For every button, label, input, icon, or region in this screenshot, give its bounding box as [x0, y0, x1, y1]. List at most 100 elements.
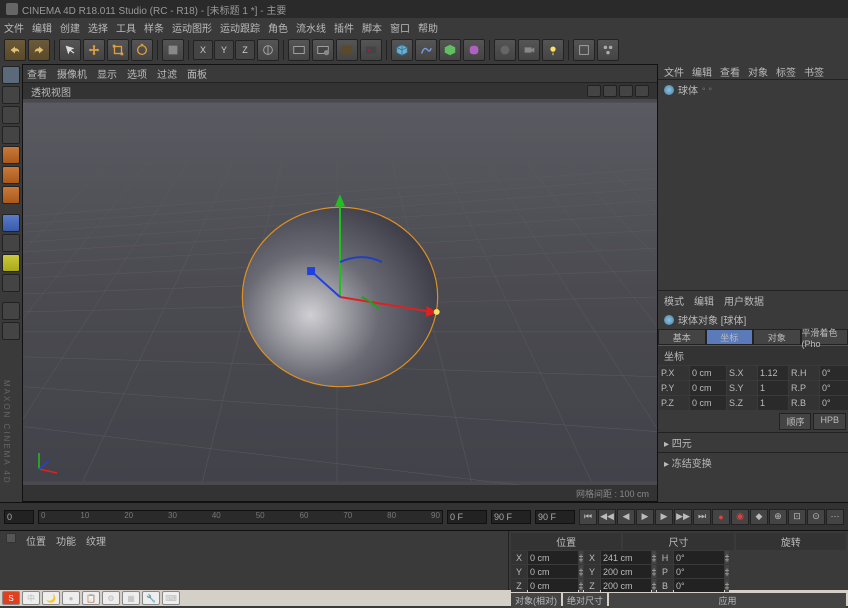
attr-tab-mode[interactable]: 模式: [664, 293, 684, 308]
vp-nav-maximize-icon[interactable]: [635, 85, 649, 97]
taskbar-icon[interactable]: ⚙: [102, 591, 120, 605]
apply-button[interactable]: 应用: [609, 593, 846, 608]
rh-input[interactable]: 0°: [820, 366, 848, 380]
taskbar-ime-icon[interactable]: 中: [22, 591, 40, 605]
camera-button[interactable]: [518, 39, 540, 61]
move-tool[interactable]: [83, 39, 105, 61]
prev-key-button[interactable]: ◀◀: [598, 509, 616, 525]
mat-tab-texture[interactable]: 纹理: [86, 533, 106, 547]
menu-window[interactable]: 窗口: [390, 20, 410, 35]
om-tab-file[interactable]: 文件: [664, 64, 684, 79]
timeline-start-input[interactable]: [4, 510, 34, 524]
taskbar-icon[interactable]: ▦: [122, 591, 140, 605]
axis-z-toggle[interactable]: Z: [235, 40, 255, 60]
attr-tab-userdata[interactable]: 用户数据: [724, 293, 764, 308]
mat-tab-function[interactable]: 功能: [56, 533, 76, 547]
autokey-button[interactable]: ◉: [731, 509, 749, 525]
next-frame-button[interactable]: ▶: [655, 509, 673, 525]
tab-coord[interactable]: 坐标: [706, 329, 754, 345]
order-dropdown[interactable]: HPB: [813, 413, 846, 430]
taskbar-icon[interactable]: 🔧: [142, 591, 160, 605]
menu-spline[interactable]: 样条: [144, 20, 164, 35]
select-tool[interactable]: [59, 39, 81, 61]
spinner[interactable]: ‡: [579, 551, 583, 564]
scene-button[interactable]: [573, 39, 595, 61]
generator-button[interactable]: [439, 39, 461, 61]
scale-tool[interactable]: [107, 39, 129, 61]
bc-p-input[interactable]: 0°: [674, 565, 724, 578]
material-slot-icon[interactable]: [6, 533, 16, 543]
bc-b-input[interactable]: 0°: [674, 579, 724, 592]
rp-input[interactable]: 0°: [820, 381, 848, 395]
menu-tracking[interactable]: 运动跟踪: [220, 20, 260, 35]
spinner[interactable]: ‡: [652, 565, 656, 578]
animation-mode-button[interactable]: [2, 126, 20, 144]
key-rotation-button[interactable]: ⊙: [807, 509, 825, 525]
mat-tab-position[interactable]: 位置: [26, 533, 46, 547]
snap-button[interactable]: [2, 254, 20, 272]
goto-start-button[interactable]: ⏮: [579, 509, 597, 525]
spinner[interactable]: ‡: [652, 551, 656, 564]
timeline-out-input[interactable]: [491, 510, 531, 524]
locked-workplane-button[interactable]: [2, 302, 20, 320]
sz-input[interactable]: 1: [758, 396, 788, 410]
om-tab-tags[interactable]: 标签: [776, 64, 796, 79]
taskbar-s-icon[interactable]: S: [2, 591, 20, 605]
timeline-in-input[interactable]: [447, 510, 487, 524]
environment-button[interactable]: [494, 39, 516, 61]
timeline-track[interactable]: 0 10 20 30 40 50 60 70 80 90: [38, 510, 443, 524]
bc-z-input[interactable]: 0 cm: [528, 579, 578, 592]
bc-sz-input[interactable]: 200 cm: [601, 579, 651, 592]
menu-file[interactable]: 文件: [4, 20, 24, 35]
sx-input[interactable]: 1.12: [758, 366, 788, 380]
point-mode-button[interactable]: [2, 146, 20, 164]
key-param-button[interactable]: ⋯: [826, 509, 844, 525]
redo-button[interactable]: [28, 39, 50, 61]
menu-plugins[interactable]: 插件: [334, 20, 354, 35]
bc-sy-input[interactable]: 200 cm: [601, 565, 651, 578]
rotate-tool[interactable]: [131, 39, 153, 61]
taskbar-icon[interactable]: ●: [62, 591, 80, 605]
edge-mode-button[interactable]: [2, 166, 20, 184]
play-forward-button[interactable]: ▶: [636, 509, 654, 525]
key-scale-button[interactable]: ⊡: [788, 509, 806, 525]
texture-mode-button[interactable]: [2, 86, 20, 104]
menu-mograph[interactable]: 运动图形: [172, 20, 212, 35]
render-queue-button[interactable]: [360, 39, 382, 61]
bc-y-input[interactable]: 0 cm: [528, 565, 578, 578]
coord-mode-dropdown[interactable]: 对象(相对): [511, 593, 561, 608]
key-position-button[interactable]: ⊕: [769, 509, 787, 525]
bc-sx-input[interactable]: 241 cm: [601, 551, 651, 564]
object-mode-button[interactable]: [2, 106, 20, 124]
taskbar-icon[interactable]: 🌙: [42, 591, 60, 605]
vp-menu-display[interactable]: 显示: [97, 66, 117, 81]
bc-x-input[interactable]: 0 cm: [528, 551, 578, 564]
vp-menu-camera[interactable]: 摄像机: [57, 66, 87, 81]
om-tab-view[interactable]: 查看: [720, 64, 740, 79]
spinner[interactable]: ‡: [652, 579, 656, 592]
render-view-button[interactable]: [288, 39, 310, 61]
recent-tool[interactable]: [162, 39, 184, 61]
next-key-button[interactable]: ▶▶: [674, 509, 692, 525]
sy-input[interactable]: 1: [758, 381, 788, 395]
spinner[interactable]: ‡: [725, 579, 729, 592]
planar-workplane-button[interactable]: [2, 322, 20, 340]
freeze-transform-section[interactable]: ▸ 冻结变换: [658, 452, 848, 472]
viewport-solo-button[interactable]: [2, 234, 20, 252]
attr-tab-edit[interactable]: 编辑: [694, 293, 714, 308]
prev-frame-button[interactable]: ◀: [617, 509, 635, 525]
rb-input[interactable]: 0°: [820, 396, 848, 410]
om-tab-bookmarks[interactable]: 书签: [804, 64, 824, 79]
om-tab-object[interactable]: 对象: [748, 64, 768, 79]
tab-object[interactable]: 对象: [753, 329, 801, 345]
size-mode-dropdown[interactable]: 绝对尺寸: [563, 593, 607, 608]
spinner[interactable]: ‡: [725, 551, 729, 564]
vp-nav-zoom-icon[interactable]: [603, 85, 617, 97]
menu-pipeline[interactable]: 流水线: [296, 20, 326, 35]
enable-axis-button[interactable]: [2, 214, 20, 232]
object-row-sphere[interactable]: 球体 ◦ ◦: [658, 80, 848, 99]
goto-end-button[interactable]: ⏭: [693, 509, 711, 525]
mograph-button[interactable]: [597, 39, 619, 61]
quaternion-section[interactable]: ▸ 四元: [658, 432, 848, 452]
vp-nav-pan-icon[interactable]: [587, 85, 601, 97]
